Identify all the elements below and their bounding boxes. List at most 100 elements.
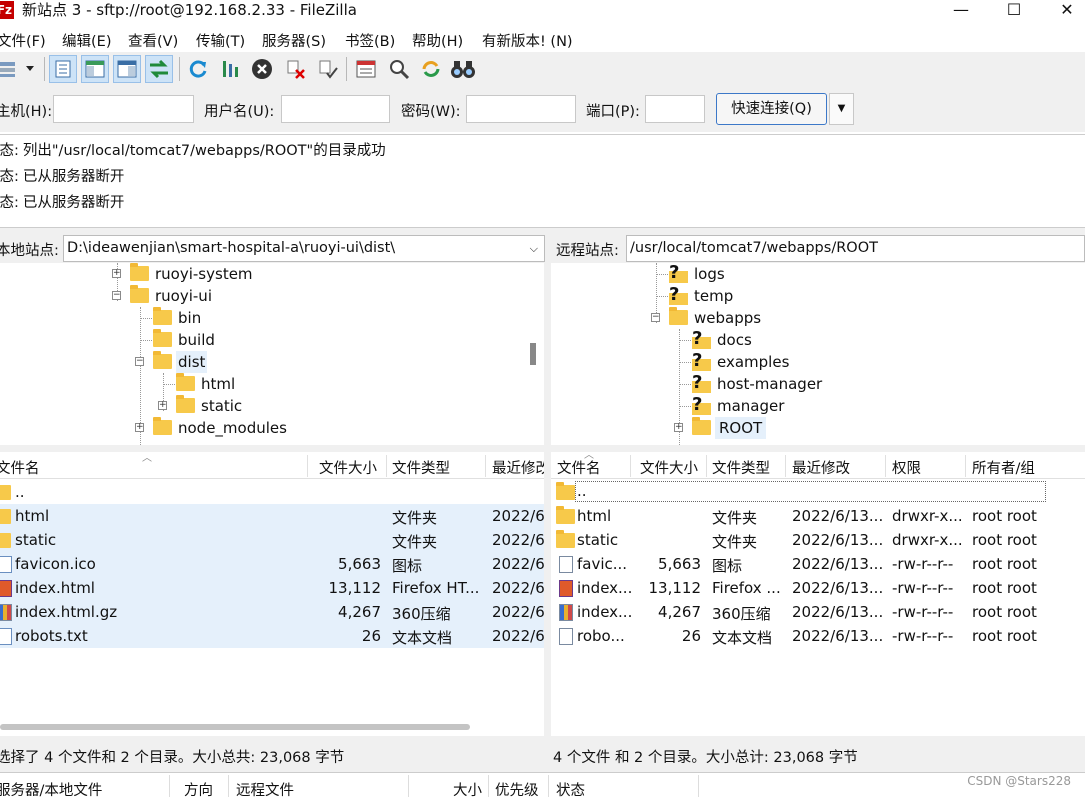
file-row[interactable]: robots.txt 26 文本文档 2022/6 [0,624,544,648]
file-row[interactable]: html 文件夹 2022/6 [0,504,544,528]
text-file-icon [0,628,12,645]
file-row[interactable]: html 文件夹 2022/6/13... drwxr-x... root ro… [551,504,1085,528]
refresh-icon[interactable] [184,55,212,83]
folder-icon [556,530,575,548]
expand-icon[interactable]: + [135,423,144,432]
remote-site-bar: 远程站点: /usr/local/tomcat7/webapps/ROOT [551,234,1085,262]
file-row[interactable]: index... 13,112 Firefox ... 2022/6/13...… [551,576,1085,600]
local-list-header: 文件名 ︿ 文件大小 文件类型 最近修改 [0,452,544,479]
folder-icon [669,307,688,325]
column-header-modified[interactable]: 最近修改 [492,457,544,478]
folder-icon [130,263,149,281]
log-line: 状态:已从服务器断开 [0,195,125,211]
quickconnect-history-dropdown[interactable]: ▼ [829,93,854,125]
column-header-size[interactable]: 文件大小 [319,457,377,478]
collapse-icon[interactable]: − [651,313,660,322]
close-button[interactable]: ✕ [1044,0,1085,22]
file-row[interactable]: index.html.gz 4,267 360压缩 2022/6 [0,600,544,624]
file-row[interactable]: robo... 26 文本文档 2022/6/13... -rw-r--r-- … [551,624,1085,648]
column-header-type[interactable]: 文件类型 [392,457,450,478]
host-input[interactable] [53,95,194,123]
folder-icon [153,417,172,435]
toolbar [0,52,1085,86]
minimize-button[interactable]: — [938,0,984,22]
reconnect-icon[interactable] [314,55,342,83]
file-row[interactable]: favic... 5,663 图标 2022/6/13... -rw-r--r-… [551,552,1085,576]
unknown-folder-icon: ? [669,263,688,283]
folder-icon [0,485,11,500]
binoculars-icon[interactable] [449,55,477,83]
blank-file-icon [559,556,573,573]
sync-browsing-icon[interactable] [417,55,445,83]
search-icon[interactable] [385,55,413,83]
process-queue-icon[interactable] [216,55,244,83]
toggle-log-icon[interactable] [49,55,77,83]
disconnect-icon[interactable] [282,55,310,83]
column-header-owner[interactable]: 所有者/组 [972,457,1035,478]
username-input[interactable] [281,95,390,123]
collapse-icon[interactable]: − [112,291,121,300]
file-row[interactable]: favicon.ico 5,663 图标 2022/6 [0,552,544,576]
menu-file[interactable]: 文件(F) [0,30,46,51]
expand-icon[interactable]: + [112,269,121,278]
menu-server[interactable]: 服务器(S) [262,30,326,51]
toggle-remote-tree-icon[interactable] [113,55,141,83]
toggle-local-tree-icon[interactable] [81,55,109,83]
log-line: 状态:列出"/usr/local/tomcat7/webapps/ROOT"的目… [0,143,386,159]
password-input[interactable] [466,95,576,123]
local-site-label: 本地站点: [0,243,59,259]
file-row[interactable]: index... 4,267 360压缩 2022/6/13... -rw-r-… [551,600,1085,624]
local-file-list: 文件名 ︿ 文件大小 文件类型 最近修改 .. html 文件夹 2022/6 … [0,452,544,736]
folder-icon [0,509,11,524]
menu-view[interactable]: 查看(V) [128,30,178,51]
local-directory-tree: + ruoyi-system − ruoyi-ui bin build − di… [0,263,544,445]
menu-bar: 文件(F) 编辑(E) 查看(V) 传输(T) 服务器(S) 书签(B) 帮助(… [0,28,1085,52]
column-header-type[interactable]: 文件类型 [712,457,770,478]
menu-edit[interactable]: 编辑(E) [62,30,111,51]
column-header-size[interactable]: 文件大小 [640,457,698,478]
expand-icon[interactable]: + [674,423,683,432]
expand-icon[interactable]: + [158,401,167,410]
menu-bookmarks[interactable]: 书签(B) [345,30,395,51]
directory-listing-filters-icon[interactable] [352,55,380,83]
archive-icon [0,604,12,621]
queue-header: 服务器/本地文件 方向 远程文件 大小 优先级 状态 [0,772,1085,799]
maximize-button[interactable]: ☐ [991,0,1037,22]
cancel-operation-icon[interactable] [248,55,276,83]
tree-scrollbar-thumb[interactable] [530,343,536,365]
archive-icon [559,604,573,621]
menu-update[interactable]: 有新版本! (N) [482,30,573,51]
folder-icon [176,395,195,413]
firefox-html-icon [0,580,12,597]
local-path-input[interactable]: D:\ideawenjian\smart-hospital-a\ruoyi-ui… [63,235,545,262]
port-input[interactable] [645,95,705,123]
site-manager-dropdown-icon[interactable] [20,55,40,83]
column-header-permissions[interactable]: 权限 [892,457,921,478]
column-header-modified[interactable]: 最近修改 [792,457,850,478]
file-row-parent[interactable]: .. [0,480,544,504]
menu-transfer[interactable]: 传输(T) [196,30,245,51]
folder-icon [692,417,711,435]
watermark: CSDN @Stars228 [967,774,1071,788]
column-header-filename[interactable]: 文件名 [0,457,40,478]
folder-icon [556,482,575,500]
remote-list-header: 文件名 ︿ 文件大小 文件类型 最近修改 权限 所有者/组 [551,452,1085,479]
filezilla-logo-icon: Fz [0,1,14,19]
pane-splitter[interactable] [546,234,551,768]
sort-arrow-icon: ︿ [584,452,594,461]
quickconnect-button[interactable]: 快速连接(Q) [716,93,827,125]
menu-help[interactable]: 帮助(H) [412,30,463,51]
file-row[interactable]: static 文件夹 2022/6 [0,528,544,552]
toggle-queue-icon[interactable] [145,55,173,83]
site-manager-icon[interactable] [0,55,20,83]
file-row[interactable]: index.html 13,112 Firefox HT... 2022/6 [0,576,544,600]
file-row-parent[interactable]: .. [551,480,1085,504]
folder-icon [0,533,11,548]
file-row[interactable]: static 文件夹 2022/6/13... drwxr-x... root … [551,528,1085,552]
collapse-icon[interactable]: − [135,357,144,366]
horizontal-scrollbar[interactable] [0,724,470,730]
remote-path-input[interactable]: /usr/local/tomcat7/webapps/ROOT [626,235,1085,262]
folder-icon [153,329,172,347]
remote-site-label: 远程站点: [556,243,619,259]
chevron-down-icon[interactable]: ⌵ [530,236,538,261]
